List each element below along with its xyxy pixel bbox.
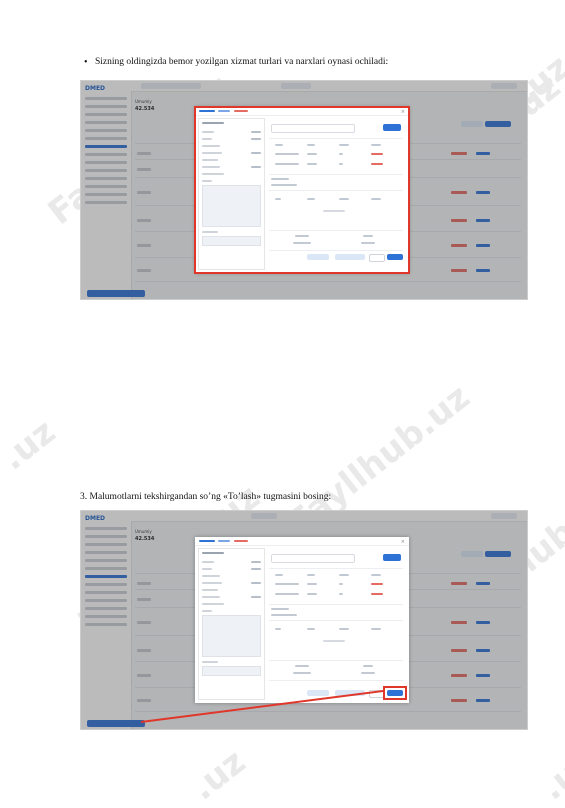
instruction-top: Sizning oldingizda bemor yozilgan xizmat… [95,57,389,67]
instruction-step3: 3. Malumotlarni tekshirgandan so’ng «To’… [80,492,332,502]
pay-button[interactable] [387,254,403,260]
secondary-button[interactable] [335,254,365,260]
patient-info-panel [198,118,265,270]
pay-button[interactable] [387,690,403,696]
watermark: .uz [0,411,64,479]
secondary-button[interactable] [307,254,329,260]
service-search-input[interactable] [271,124,355,133]
services-modal: × [195,537,409,703]
add-service-button[interactable] [383,124,401,131]
bullet: • [84,57,88,68]
watermark: .uz [533,741,565,808]
close-icon[interactable]: × [401,109,405,115]
secondary-button[interactable] [307,690,329,696]
services-panel [267,548,405,698]
watermark: .uz [183,741,254,808]
add-service-button[interactable] [383,554,401,561]
service-search-input[interactable] [271,554,355,563]
screenshot-pay-step: DMED Umumiy 42.534 × [80,510,528,730]
patient-info-panel [198,548,265,700]
services-panel [267,118,405,268]
services-modal: × [195,107,409,273]
cancel-button[interactable] [369,254,385,262]
close-icon[interactable]: × [401,539,405,545]
screenshot-services-window: DMED Umumiy 42.534 × [80,80,528,300]
